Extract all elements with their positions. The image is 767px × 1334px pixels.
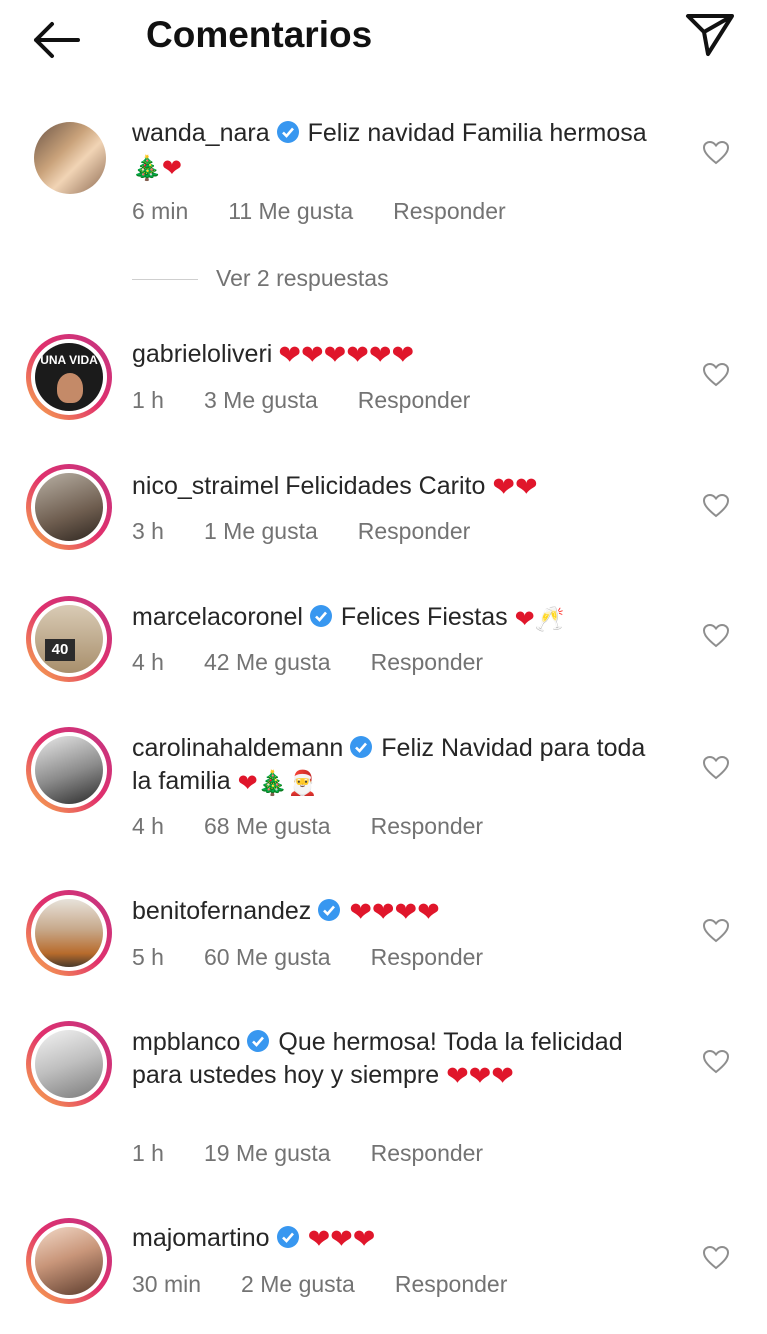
heart-champagne-emoji: ❤🥂 [514, 606, 565, 633]
comment-username[interactable]: gabrieloliveri [132, 340, 272, 368]
reply-button[interactable]: Responder [393, 198, 506, 224]
heart-like-icon[interactable] [702, 1244, 730, 1272]
divider-line [132, 279, 198, 281]
view-replies-label: Ver 2 respuestas [216, 265, 389, 291]
comment-time: 1 h [132, 1140, 164, 1166]
reply-button[interactable]: Responder [395, 1271, 508, 1297]
reply-button[interactable]: Responder [358, 518, 471, 544]
reply-button[interactable]: Responder [371, 649, 484, 675]
comment-text: benitofernandez ❤❤❤❤ [132, 895, 662, 928]
comment-username[interactable]: mpblanco [132, 1028, 240, 1056]
comment-text: majomartino ❤❤❤ [132, 1222, 662, 1255]
like-count[interactable]: 1 Me gusta [204, 518, 318, 544]
hearts-emoji: ❤❤❤❤ [349, 897, 440, 927]
reply-button[interactable]: Responder [358, 387, 471, 413]
avatar[interactable]: UNA VIDA [26, 334, 112, 420]
avatar[interactable] [26, 1021, 112, 1107]
comment-time: 4 h [132, 649, 164, 675]
avatar[interactable]: 40 [26, 596, 112, 682]
header: Comentarios [0, 0, 767, 80]
comment-meta: 6 min 11 Me gusta Responder [132, 198, 546, 225]
comment-body: Felices Fiestas [340, 603, 508, 631]
comment-username[interactable]: marcelacoronel [132, 603, 303, 631]
hearts-emoji: ❤❤❤❤❤❤ [278, 340, 415, 370]
comment-meta: 4 h 42 Me gusta Responder [132, 649, 523, 676]
like-count[interactable]: 19 Me gusta [204, 1140, 331, 1166]
like-count[interactable]: 2 Me gusta [241, 1271, 355, 1297]
comment-username[interactable]: carolinahaldemann [132, 734, 343, 762]
avatar[interactable] [26, 1218, 112, 1304]
comment-username[interactable]: wanda_nara [132, 119, 270, 147]
heart-tree-santa-emoji: ❤🎄🎅 [237, 770, 318, 797]
verified-badge-icon [350, 736, 373, 758]
avatar[interactable] [26, 890, 112, 976]
like-count[interactable]: 60 Me gusta [204, 944, 331, 970]
avatar-label: 40 [45, 639, 75, 661]
comment-time: 4 h [132, 813, 164, 839]
hearts-emoji: ❤❤❤ [446, 1061, 514, 1091]
comment-text: marcelacoronel Felices Fiestas ❤🥂 [132, 601, 662, 636]
comment-meta: 3 h 1 Me gusta Responder [132, 518, 510, 545]
page-title: Comentarios [146, 14, 373, 55]
comment-time: 30 min [132, 1271, 202, 1297]
like-count[interactable]: 68 Me gusta [204, 813, 331, 839]
comment-meta: 4 h 68 Me gusta Responder [132, 813, 523, 840]
comment-username[interactable]: nico_straimel [132, 472, 279, 500]
reply-button[interactable]: Responder [371, 944, 484, 970]
share-send-icon[interactable] [684, 12, 736, 58]
comment-meta: 5 h 60 Me gusta Responder [132, 944, 523, 971]
comment-time: 3 h [132, 518, 164, 544]
comment-time: 6 min [132, 198, 189, 224]
reply-button[interactable]: Responder [371, 813, 484, 839]
comment-meta: 1 h 19 Me gusta Responder [132, 1140, 523, 1167]
view-replies-button[interactable]: Ver 2 respuestas [132, 265, 389, 292]
comment-text: gabrieloliveri ❤❤❤❤❤❤ [132, 338, 662, 371]
like-count[interactable]: 11 Me gusta [228, 198, 353, 224]
like-count[interactable]: 3 Me gusta [204, 387, 318, 413]
comment-meta: 1 h 3 Me gusta Responder [132, 387, 510, 414]
comment-meta: 30 min 2 Me gusta Responder [132, 1271, 547, 1298]
heart-like-icon[interactable] [702, 1048, 730, 1076]
avatar[interactable] [26, 727, 112, 813]
verified-badge-icon [247, 1030, 270, 1052]
heart-like-icon[interactable] [702, 917, 730, 945]
heart-like-icon[interactable] [702, 492, 730, 520]
comment-text: nico_straimel Felicidades Carito ❤❤ [132, 470, 662, 503]
comment-body: Feliz navidad Familia hermosa [307, 119, 647, 147]
verified-badge-icon [318, 899, 341, 921]
back-arrow-icon[interactable] [30, 18, 82, 62]
verified-badge-icon [276, 1226, 299, 1248]
comment-time: 1 h [132, 387, 164, 413]
avatar-label: UNA VIDA [40, 353, 98, 367]
hearts-emoji: ❤❤❤ [307, 1224, 376, 1254]
comment-username[interactable]: majomartino [132, 1224, 270, 1252]
comment-text: carolinahaldemann Feliz Navidad para toda… [132, 732, 662, 800]
heart-like-icon[interactable] [702, 139, 730, 167]
comment-time: 5 h [132, 944, 164, 970]
hearts-emoji: ❤❤ [492, 472, 538, 502]
comment-username[interactable]: benitofernandez [132, 897, 311, 925]
like-count[interactable]: 42 Me gusta [204, 649, 331, 675]
heart-like-icon[interactable] [702, 622, 730, 650]
comment-text: wanda_nara Feliz navidad Familia hermosa … [132, 117, 662, 185]
reply-button[interactable]: Responder [371, 1140, 484, 1166]
avatar[interactable] [34, 122, 106, 194]
comment-body: Felicidades Carito [285, 472, 486, 500]
verified-badge-icon [276, 121, 299, 143]
avatar[interactable] [26, 464, 112, 550]
tree-heart-emoji: 🎄❤ [132, 155, 182, 182]
verified-badge-icon [309, 605, 332, 627]
heart-like-icon[interactable] [702, 361, 730, 389]
comment-text: mpblanco Que hermosa! Toda la felicidad p… [132, 1026, 662, 1092]
heart-like-icon[interactable] [702, 754, 730, 782]
